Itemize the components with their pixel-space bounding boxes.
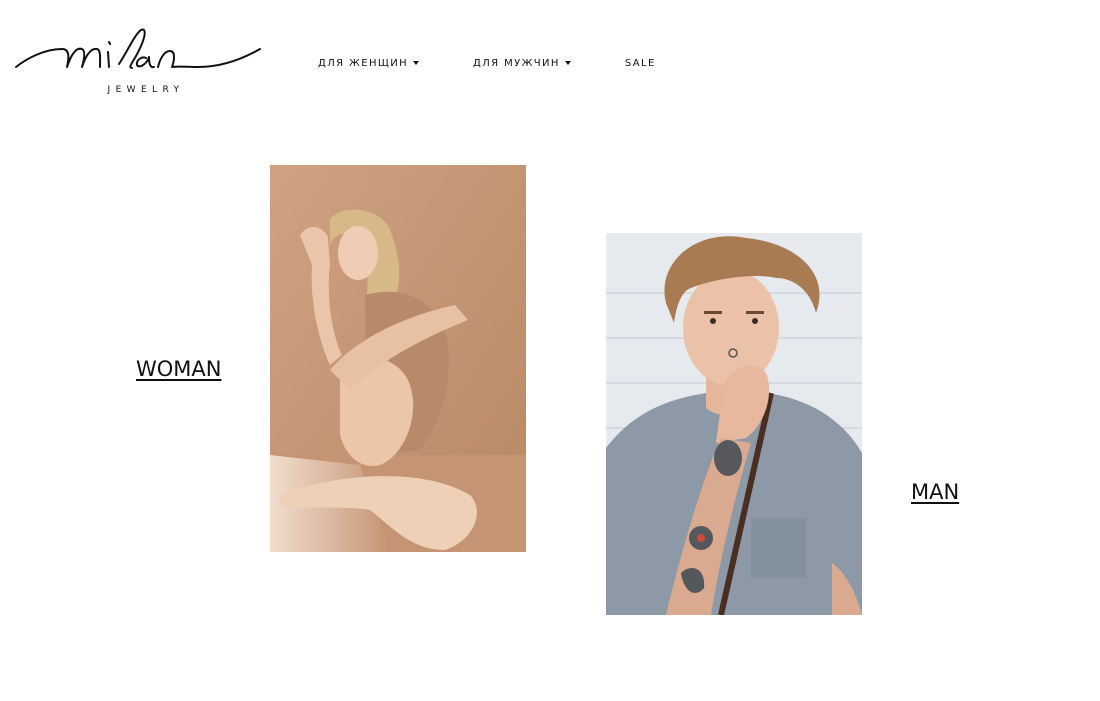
woman-photo-illustration (270, 165, 526, 552)
nav-item-women[interactable]: ДЛЯ ЖЕНЩИН (318, 57, 420, 69)
main-nav: ДЛЯ ЖЕНЩИН ДЛЯ МУЖЧИН SALE (318, 56, 656, 70)
caret-down-icon (413, 61, 420, 65)
nav-item-women-label: ДЛЯ ЖЕНЩИН (318, 57, 409, 69)
nav-item-men-label: ДЛЯ МУЖЧИН (473, 57, 560, 69)
nav-item-sale-label: SALE (624, 57, 656, 69)
logo[interactable]: JEWELRY (14, 22, 264, 102)
logo-subtitle: JEWELRY (107, 85, 185, 95)
caret-down-icon (564, 61, 571, 65)
nav-item-men[interactable]: ДЛЯ МУЖЧИН (473, 58, 571, 69)
man-photo-illustration (606, 233, 862, 615)
woman-category-image[interactable] (270, 165, 526, 552)
woman-category-link[interactable]: WOMAN (136, 357, 222, 381)
man-category-link[interactable]: MAN (911, 480, 959, 504)
milan-script-logo-icon (15, 28, 261, 69)
man-category-image[interactable] (606, 233, 862, 615)
nav-item-sale[interactable]: SALE (625, 58, 656, 69)
